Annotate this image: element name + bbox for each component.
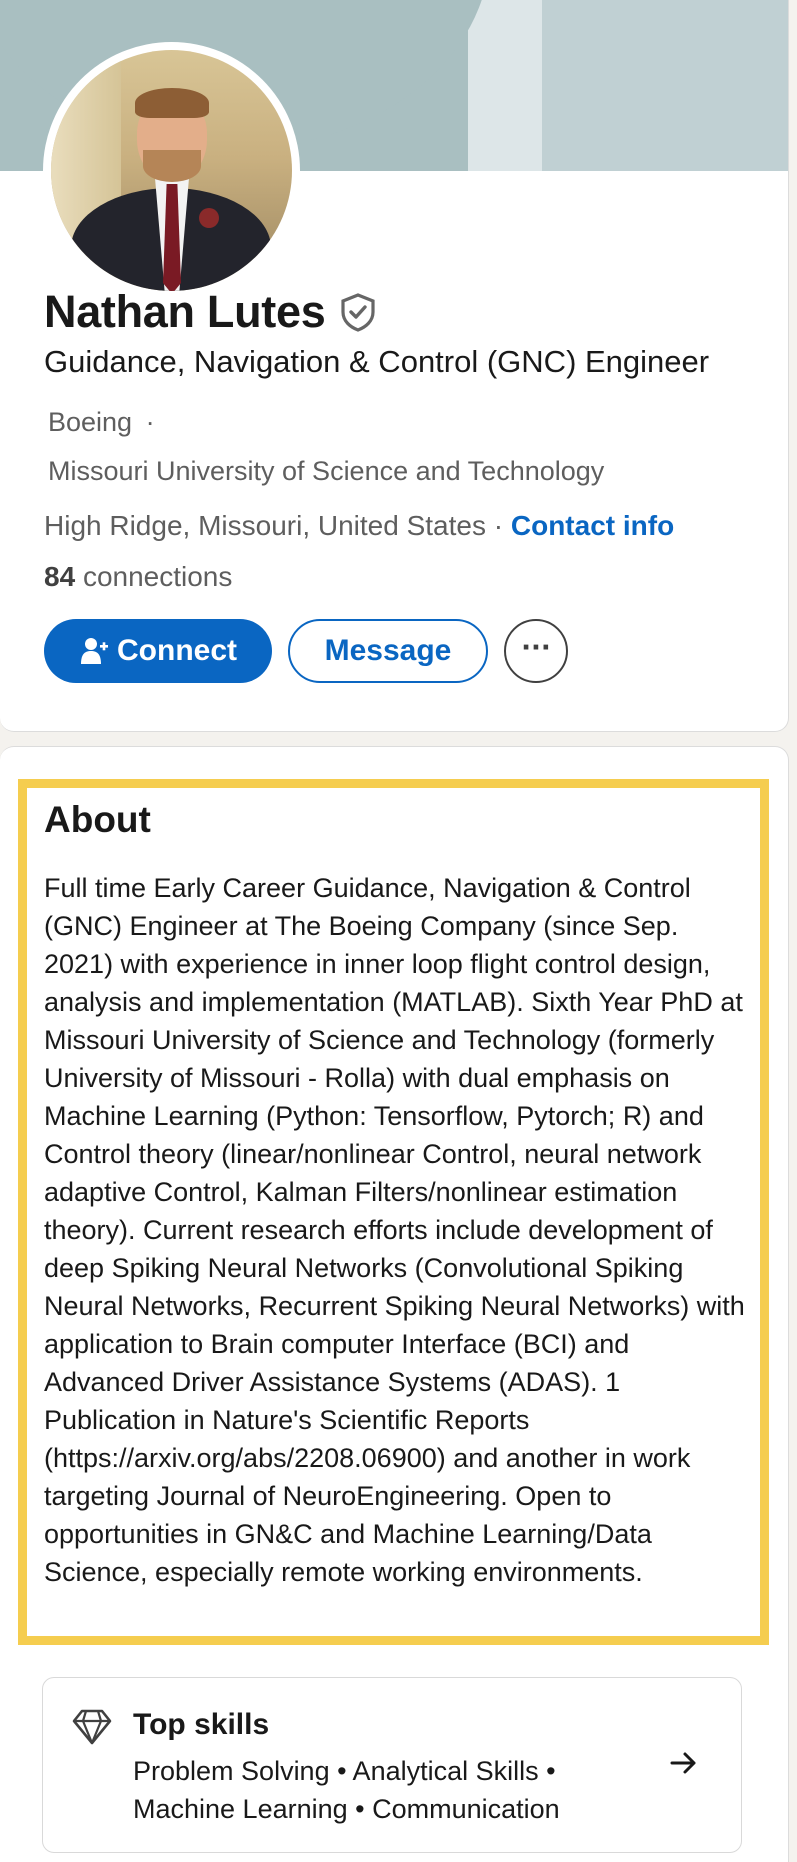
- top-skills-box[interactable]: Top skills Problem Solving • Analytical …: [42, 1677, 742, 1853]
- connections-count: 84: [44, 561, 76, 592]
- add-person-icon: [81, 638, 108, 664]
- name-row: Nathan Lutes: [44, 284, 377, 340]
- about-title: About: [44, 799, 151, 840]
- photo-hair: [135, 88, 209, 118]
- contact-info-link[interactable]: Contact info: [511, 510, 674, 541]
- connect-button[interactable]: Connect: [44, 619, 272, 683]
- company-name[interactable]: Boeing: [48, 407, 132, 437]
- photo-boutonniere: [199, 208, 219, 228]
- message-button[interactable]: Message: [288, 619, 488, 683]
- profile-name: Nathan Lutes: [44, 286, 326, 337]
- top-skills-title: Top skills: [133, 1708, 270, 1741]
- company-line[interactable]: Boeing ·: [48, 407, 155, 438]
- diamond-icon: [72, 1709, 112, 1745]
- company-separator: ·: [145, 407, 155, 437]
- banner-right: [542, 0, 788, 171]
- connections-line[interactable]: 84 connections: [44, 561, 232, 593]
- arrow-right-icon[interactable]: [669, 1748, 699, 1778]
- photo-beard: [143, 150, 201, 182]
- about-card: About Full time Early Career Guidance, N…: [0, 746, 789, 1862]
- location-separator: ·: [493, 510, 504, 541]
- profile-page: Nathan Lutes Guidance, Navigation & Cont…: [0, 0, 797, 1862]
- more-actions-button[interactable]: ···: [504, 619, 568, 683]
- profile-photo: [51, 50, 292, 291]
- about-text: Full time Early Career Guidance, Navigat…: [44, 873, 745, 1587]
- verified-shield-icon[interactable]: [339, 292, 377, 332]
- location-text: High Ridge, Missouri, United States: [44, 510, 486, 541]
- connections-label: connections: [82, 561, 233, 592]
- profile-card: Nathan Lutes Guidance, Navigation & Cont…: [0, 0, 789, 732]
- top-skills-line-1: Problem Solving • Analytical Skills •: [133, 1756, 556, 1786]
- profile-actions: Connect Message ···: [44, 619, 568, 683]
- banner-band: [468, 0, 542, 171]
- profile-avatar[interactable]: [43, 42, 300, 299]
- connect-label: Connect: [117, 634, 237, 667]
- profile-headline: Guidance, Navigation & Control (GNC) Eng…: [44, 344, 710, 379]
- top-skills-line-2: Machine Learning • Communication: [133, 1794, 560, 1824]
- location-line: High Ridge, Missouri, United States · Co…: [44, 510, 674, 542]
- school-name[interactable]: Missouri University of Science and Techn…: [48, 456, 604, 487]
